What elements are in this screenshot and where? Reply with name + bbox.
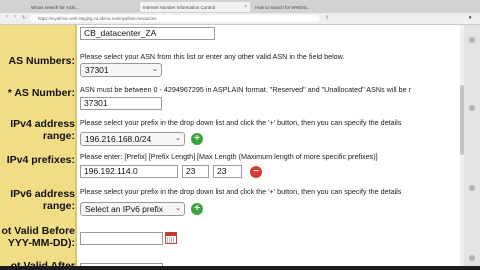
not-valid-before-input[interactable] — [80, 232, 163, 245]
not-valid-before-label-line1: ot Valid Before — [1, 225, 75, 237]
ipv4-range-label-line1: IPv4 address — [10, 118, 75, 130]
tab-label: Whois search for ASN... — [31, 4, 79, 10]
side-dot-icon — [469, 255, 475, 261]
ipv6-range-label-line1: IPv6 address — [10, 188, 75, 200]
ipv4-max-length-input[interactable]: 23 — [213, 165, 242, 178]
ipv4-range-selected: 196.216.168.0/24 — [85, 134, 152, 144]
remove-ipv4-prefix-button[interactable]: − — [250, 166, 262, 178]
calendar-icon[interactable] — [165, 232, 177, 244]
tab-whois[interactable]: Whois search for ASN... — [28, 2, 138, 12]
side-dot-icon — [469, 105, 475, 111]
ipv6-range-label-line2: range: — [42, 200, 75, 212]
ipv6-range-help: Please select your prefix in the drop do… — [80, 187, 402, 196]
calendar-header — [166, 233, 176, 236]
chevron-down-icon: ⌄ — [152, 66, 158, 73]
chevron-down-icon: ⌄ — [175, 205, 181, 212]
not-valid-before-label-line2: YYY-MM-DD): — [7, 237, 75, 249]
ipv4-range-help: Please select your prefix in the drop do… — [80, 118, 402, 127]
as-number-help: ASN must be between 0 - 4294967295 in AS… — [80, 85, 412, 94]
ipv6-range-select[interactable]: Select an IPv6 prefix ⌄ — [80, 202, 185, 216]
window-controls-icon: ● — [468, 15, 472, 21]
as-numbers-label: AS Numbers: — [8, 55, 75, 67]
tab-strip: Whois search for ASN... Internet Number … — [0, 0, 480, 14]
ipv4-prefixes-label: IPv4 prefixes: — [6, 154, 75, 166]
as-numbers-help: Please select your ASN from this list or… — [80, 52, 345, 61]
bottom-bar — [0, 266, 480, 270]
back-icon[interactable]: ‹ — [6, 14, 8, 20]
ipv4-prefix-input[interactable]: 196.192.114.0 — [80, 165, 178, 178]
ipv4-prefixes-help: Please enter: [Prefix] [Prefix Length] [… — [80, 152, 378, 161]
close-tab-icon[interactable]: × — [244, 4, 247, 10]
add-ipv6-button[interactable]: + — [191, 203, 203, 215]
as-numbers-select[interactable]: 37301 ⌄ — [80, 63, 162, 77]
calendar-grid — [167, 237, 175, 243]
side-dot-icon — [469, 185, 475, 191]
asname-input[interactable]: CB_datacenter_ZA — [80, 27, 215, 40]
address-bar-row: ‹ › ↻ https://myafrinic-web.staging.ca.a… — [0, 13, 480, 25]
ipv4-range-label-line2: range: — [42, 130, 75, 142]
as-number-label: * AS Number: — [7, 87, 75, 99]
column-divider — [75, 25, 77, 270]
url-field[interactable]: https://myafrinic-web.staging.ca.afrinic… — [30, 15, 320, 22]
ipv6-range-selected: Select an IPv6 prefix — [85, 204, 163, 214]
tab-howto[interactable]: How to search for WHOIS... — [252, 2, 362, 12]
ipv4-range-select[interactable]: 196.216.168.0/24 ⌄ — [80, 132, 185, 146]
page-content: CB_datacenter_ZA AS Numbers: Please sele… — [0, 25, 480, 270]
share-icon[interactable]: ⇪ — [325, 15, 329, 21]
side-dot-icon — [469, 37, 475, 43]
add-ipv4-button[interactable]: + — [191, 133, 203, 145]
reload-icon[interactable]: ↻ — [22, 15, 26, 21]
forward-icon[interactable]: › — [14, 14, 16, 20]
as-number-input[interactable]: 37301 — [80, 97, 162, 110]
right-edge-bar — [464, 25, 480, 270]
tab-label: Internet Number Information Control — [143, 4, 216, 10]
as-numbers-selected: 37301 — [85, 65, 109, 75]
tab-label: How to search for WHOIS... — [255, 4, 311, 10]
chevron-down-icon: ⌄ — [175, 135, 181, 142]
tab-active[interactable]: Internet Number Information Control × — [140, 2, 250, 12]
ipv4-prefix-length-input[interactable]: 23 — [182, 165, 209, 178]
